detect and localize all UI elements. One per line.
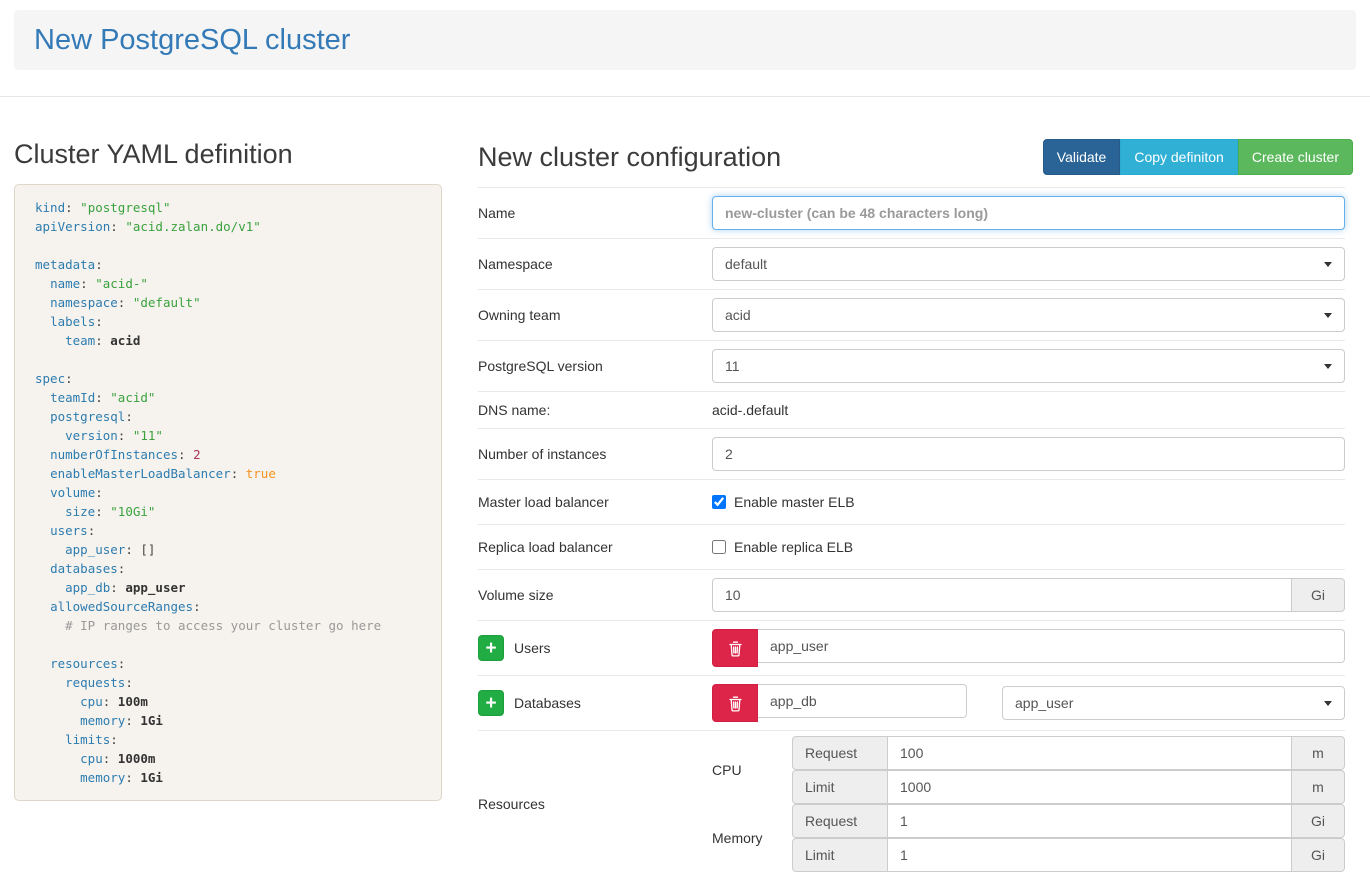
page-header: New PostgreSQL cluster — [14, 10, 1356, 70]
row-owning-team: Owning team acid — [478, 290, 1345, 341]
memory-limit-addon: Limit — [792, 838, 888, 872]
validate-button[interactable]: Validate — [1043, 139, 1121, 175]
cluster-form: Name Namespace default — [478, 187, 1345, 876]
resources-label: Resources — [478, 796, 712, 812]
yaml-code: kind: "postgresql"apiVersion: "acid.zala… — [14, 184, 442, 801]
create-cluster-button[interactable]: Create cluster — [1238, 139, 1353, 175]
users-label: Users — [514, 640, 551, 656]
config-panel-heading: New cluster configuration — [478, 142, 781, 173]
pg-version-select[interactable]: 11 — [712, 349, 1345, 383]
memory-resources: Memory Request Gi Limit Gi — [712, 804, 1345, 872]
namespace-label: Namespace — [478, 256, 712, 272]
instances-input[interactable] — [712, 437, 1345, 471]
cpu-request-unit-addon: m — [1292, 736, 1345, 770]
row-databases: + Databases — [478, 676, 1345, 731]
name-label: Name — [478, 205, 712, 221]
delete-user-button[interactable] — [712, 629, 758, 667]
pg-version-label: PostgreSQL version — [478, 358, 712, 374]
cpu-limit-addon: Limit — [792, 770, 888, 804]
plus-icon: + — [485, 639, 496, 658]
replica-lb-label: Replica load balancer — [478, 539, 712, 555]
volume-size-label: Volume size — [478, 587, 712, 603]
master-elb-checkbox-label: Enable master ELB — [734, 494, 855, 510]
master-elb-checkbox[interactable] — [712, 495, 726, 509]
name-input[interactable] — [712, 196, 1345, 230]
database-owner-select[interactable]: app_user — [1002, 686, 1345, 720]
add-database-button[interactable]: + — [478, 690, 504, 716]
row-name: Name — [478, 188, 1345, 239]
databases-label: Databases — [514, 695, 581, 711]
row-pg-version: PostgreSQL version 11 — [478, 341, 1345, 392]
config-panel-head: New cluster configuration Validate Copy … — [478, 139, 1353, 175]
row-dns-name: DNS name: acid-.default — [478, 392, 1345, 429]
cpu-request-group: Request m — [792, 736, 1345, 770]
plus-icon: + — [485, 694, 496, 713]
cpu-label: CPU — [712, 762, 792, 778]
cpu-resources: CPU Request m Limit m — [712, 736, 1345, 804]
memory-request-input[interactable] — [888, 804, 1292, 838]
memory-label: Memory — [712, 830, 792, 846]
config-panel: New cluster configuration Validate Copy … — [478, 97, 1353, 876]
cpu-limit-unit-addon: m — [1292, 770, 1345, 804]
database-name-input[interactable] — [758, 684, 967, 718]
trash-icon — [728, 640, 743, 657]
cpu-request-input[interactable] — [888, 736, 1292, 770]
instances-label: Number of instances — [478, 446, 712, 462]
dns-name-value: acid-.default — [712, 402, 788, 418]
memory-limit-group: Limit Gi — [792, 838, 1345, 872]
row-volume-size: Volume size Gi — [478, 570, 1345, 621]
copy-definition-button[interactable]: Copy definiton — [1120, 139, 1238, 175]
replica-elb-checkbox-label: Enable replica ELB — [734, 539, 853, 555]
memory-request-group: Request Gi — [792, 804, 1345, 838]
yaml-panel-heading: Cluster YAML definition — [14, 139, 442, 170]
row-replica-lb: Replica load balancer Enable replica ELB — [478, 525, 1345, 570]
volume-unit-addon: Gi — [1292, 578, 1345, 612]
cpu-request-addon: Request — [792, 736, 888, 770]
memory-limit-unit-addon: Gi — [1292, 838, 1345, 872]
cpu-limit-group: Limit m — [792, 770, 1345, 804]
replica-elb-checkbox[interactable] — [712, 540, 726, 554]
owning-team-label: Owning team — [478, 307, 712, 323]
volume-size-input[interactable] — [712, 578, 1292, 612]
action-button-group: Validate Copy definiton Create cluster — [1043, 139, 1353, 175]
row-users: + Users — [478, 621, 1345, 676]
memory-limit-input[interactable] — [888, 838, 1292, 872]
cpu-limit-input[interactable] — [888, 770, 1292, 804]
user-name-input[interactable] — [758, 629, 1345, 663]
main-content: Cluster YAML definition kind: "postgresq… — [0, 97, 1370, 876]
page-title: New PostgreSQL cluster — [34, 24, 350, 57]
row-master-lb: Master load balancer Enable master ELB — [478, 480, 1345, 525]
namespace-select[interactable]: default — [712, 247, 1345, 281]
memory-request-unit-addon: Gi — [1292, 804, 1345, 838]
row-namespace: Namespace default — [478, 239, 1345, 290]
dns-name-label: DNS name: — [478, 402, 712, 418]
memory-request-addon: Request — [792, 804, 888, 838]
add-user-button[interactable]: + — [478, 635, 504, 661]
row-resources: Resources CPU Request m Limit — [478, 731, 1345, 876]
yaml-panel: Cluster YAML definition kind: "postgresq… — [14, 97, 442, 876]
owning-team-select[interactable]: acid — [712, 298, 1345, 332]
trash-icon — [728, 695, 743, 712]
row-instances: Number of instances — [478, 429, 1345, 480]
master-lb-label: Master load balancer — [478, 494, 712, 510]
delete-database-button[interactable] — [712, 684, 758, 722]
